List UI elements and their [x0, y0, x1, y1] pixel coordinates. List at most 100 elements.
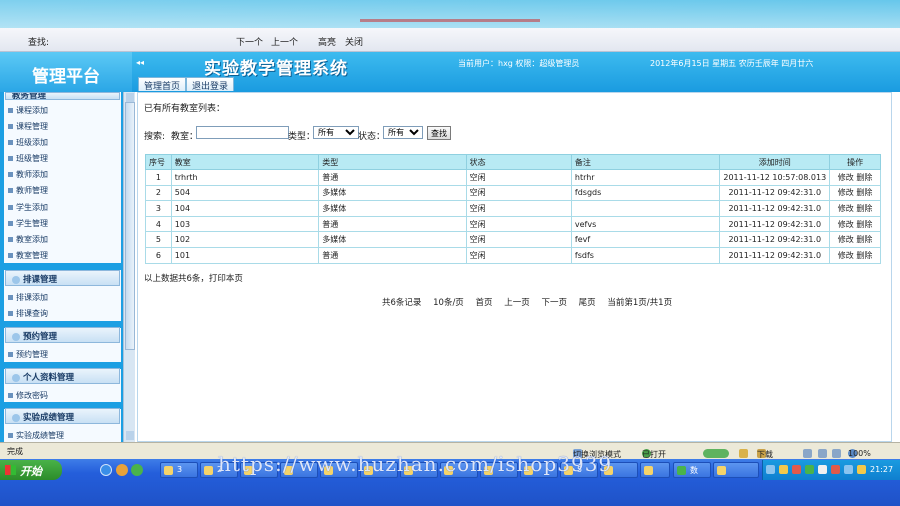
col-header-room: 教室 — [170, 154, 320, 170]
sidebar-group-booking[interactable]: 预约管理 — [5, 327, 120, 343]
delete-link[interactable]: 删除 — [856, 251, 872, 260]
sidebar-item-room-manage[interactable]: 教室管理 — [8, 250, 48, 261]
sidebar-group-profile[interactable]: 个人资料管理 — [5, 368, 120, 384]
platform-logo: 管理平台 — [0, 52, 132, 92]
scroll-down-icon[interactable] — [126, 431, 134, 440]
delete-link[interactable]: 删除 — [856, 188, 872, 197]
bullet-icon — [8, 140, 13, 145]
taskbar-window-13[interactable] — [640, 462, 670, 478]
taskbar-window-15[interactable] — [713, 462, 759, 478]
edit-link[interactable]: 修改 — [838, 251, 854, 260]
quicklaunch-desktop-icon[interactable] — [100, 464, 112, 476]
tray-network-icon[interactable] — [766, 465, 775, 474]
pager-total: 共6条记录 — [382, 298, 422, 308]
sidebar-item-room-add[interactable]: 教室添加 — [8, 234, 48, 245]
tab-admin-home[interactable]: 管理首页 — [138, 77, 187, 92]
find-next-button[interactable]: 下一个 — [236, 35, 263, 48]
tray-alert-icon[interactable] — [831, 465, 840, 474]
col-header-action: 操作 — [829, 154, 881, 170]
delete-link[interactable]: 删除 — [856, 220, 872, 229]
sidebar-item-schedule-add[interactable]: 排课添加 — [8, 292, 48, 303]
sidebar-item-class-add[interactable]: 班级添加 — [8, 137, 48, 148]
delete-link[interactable]: 删除 — [856, 204, 872, 213]
sidebar-item-booking-manage[interactable]: 预约管理 — [8, 349, 48, 360]
bullet-icon — [8, 205, 13, 210]
group-toggle-icon — [12, 373, 20, 382]
sidebar-item-student-manage[interactable]: 学生管理 — [8, 218, 48, 229]
bullet-icon — [8, 221, 13, 226]
table-row: 2 504 多媒体 空闲 fdsgds 2011-11-12 09:42:31.… — [145, 184, 881, 202]
sidebar-group-label: 教务管理 — [12, 92, 47, 100]
group-toggle-icon — [12, 413, 20, 422]
quicklaunch-browser-icon[interactable] — [116, 464, 128, 476]
pager-last-link[interactable]: 尾页 — [579, 298, 596, 308]
pagination: 共6条记录 10条/页 首页 上一页 下一页 尾页 当前第1页/共1页 — [382, 296, 681, 308]
sidebar-item-student-add[interactable]: 学生添加 — [8, 202, 48, 213]
table-header-row: 序号 教室 类型 状态 备注 添加时间 操作 — [145, 154, 881, 170]
edit-link[interactable]: 修改 — [838, 188, 854, 197]
find-bar: 查找: 下一个 上一个 高亮 关闭 — [0, 28, 900, 52]
sidebar-item-teacher-manage[interactable]: 教师管理 — [8, 185, 48, 196]
sidebar-item-teacher-add[interactable]: 教师添加 — [8, 169, 48, 180]
sidebar-group-academic[interactable]: 教务管理 — [5, 92, 120, 100]
sidebar-item-course-add[interactable]: 课程添加 — [8, 105, 48, 116]
status-label: 状态： — [358, 132, 386, 142]
sidebar-item-grade-manage[interactable]: 实验成绩管理 — [8, 430, 64, 441]
edit-link[interactable]: 修改 — [838, 235, 854, 244]
start-button[interactable]: 开始 — [0, 460, 62, 480]
edit-link[interactable]: 修改 — [838, 204, 854, 213]
app-icon — [677, 466, 686, 475]
sidebar-group-scheduling[interactable]: 排课管理 — [5, 270, 120, 286]
sidebar-group-grades[interactable]: 实验成绩管理 — [5, 408, 120, 424]
col-header-status: 状态 — [465, 154, 572, 170]
table-row: 1 trhrth 普通 空闲 htrhr 2011-11-12 10:57:08… — [145, 169, 881, 186]
print-summary-link[interactable]: 以上数据共6条，打印本页 — [144, 272, 243, 284]
sidebar-item-class-manage[interactable]: 班级管理 — [8, 153, 48, 164]
tray-update-icon[interactable] — [805, 465, 814, 474]
tray-security-icon[interactable] — [792, 465, 801, 474]
tab-logout[interactable]: 退出登录 — [186, 77, 235, 92]
app-icon — [717, 466, 726, 475]
app-icon — [644, 466, 653, 475]
find-highlight-button[interactable]: 高亮 — [318, 35, 336, 48]
search-button[interactable]: 查找 — [427, 126, 451, 140]
pager-current: 当前第1页/共1页 — [607, 298, 673, 308]
watermark-text: https://www.huzhan.com/ishop3939 — [218, 452, 613, 476]
taskbar-window-1[interactable]: 3 — [160, 462, 198, 478]
sidebar-item-change-password[interactable]: 修改密码 — [8, 390, 48, 401]
edit-link[interactable]: 修改 — [838, 173, 854, 182]
scroll-thumb[interactable] — [125, 102, 135, 350]
table-row: 5 102 多媒体 空闲 fevf 2011-11-12 09:42:31.0 … — [145, 231, 881, 248]
collapse-sidebar-icon[interactable]: ◂◂ — [136, 58, 144, 67]
sidebar-scrollbar[interactable] — [123, 92, 135, 442]
table-row: 4 103 普通 空闲 vefvs 2011-11-12 09:42:31.0 … — [145, 215, 881, 233]
bullet-icon — [8, 393, 13, 398]
pager-first-link[interactable]: 首页 — [476, 298, 493, 308]
delete-link[interactable]: 删除 — [856, 235, 872, 244]
tray-display-icon[interactable] — [844, 465, 853, 474]
room-input[interactable] — [196, 126, 289, 139]
top-banner-strip — [0, 0, 900, 28]
sidebar-item-schedule-query[interactable]: 排课查询 — [8, 308, 48, 319]
group-toggle-icon — [12, 332, 20, 341]
type-select[interactable]: 所有 — [313, 126, 359, 139]
tray-input-icon[interactable] — [857, 465, 866, 474]
pager-next-link[interactable]: 下一页 — [541, 298, 567, 308]
sidebar-item-course-manage[interactable]: 课程管理 — [8, 121, 48, 132]
delete-link[interactable]: 删除 — [856, 173, 872, 182]
find-prev-button[interactable]: 上一个 — [271, 35, 298, 48]
bullet-icon — [8, 433, 13, 438]
status-select[interactable]: 所有 — [383, 126, 423, 139]
system-title: 实验教学管理系统 — [204, 59, 348, 79]
pager-prev-link[interactable]: 上一页 — [504, 298, 530, 308]
taskbar-window-14[interactable]: 数 — [673, 462, 711, 478]
edit-link[interactable]: 修改 — [838, 220, 854, 229]
main-content — [137, 92, 892, 442]
tray-app-icon[interactable] — [779, 465, 788, 474]
scroll-up-icon[interactable] — [126, 93, 134, 102]
quicklaunch-app-icon[interactable] — [131, 464, 143, 476]
tray-volume-icon[interactable] — [818, 465, 827, 474]
room-label: 教室： — [171, 132, 199, 142]
table-row: 3 104 多媒体 空闲 2011-11-12 09:42:31.0 修改 删除 — [145, 200, 881, 217]
find-close-button[interactable]: 关闭 — [345, 35, 363, 48]
